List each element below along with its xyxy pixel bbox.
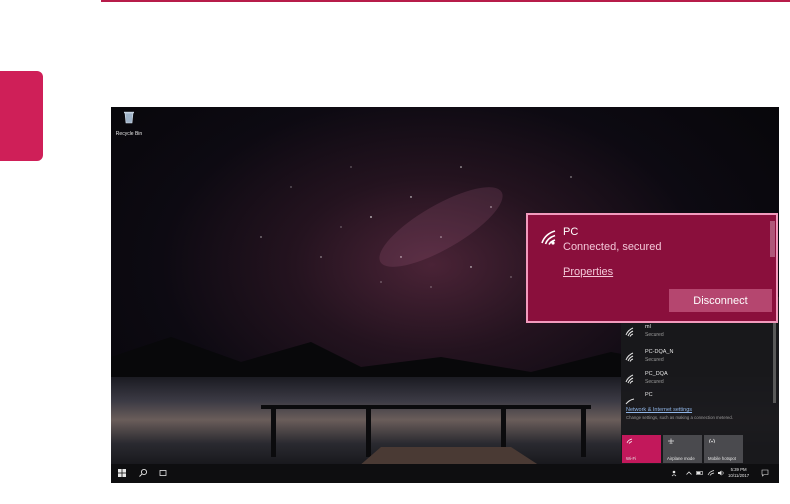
- connected-network-panel: PC Connected, secured Properties Disconn…: [526, 213, 778, 323]
- network-item[interactable]: PC-DQA_N Secured: [625, 348, 765, 370]
- wifi-icon: [625, 398, 635, 405]
- battery-icon[interactable]: [696, 469, 704, 477]
- hotspot-icon: [709, 438, 715, 444]
- windows-start-icon[interactable]: [117, 468, 127, 478]
- network-name: PC_DQA: [645, 371, 668, 377]
- network-status: Secured: [645, 332, 664, 338]
- network-settings-link[interactable]: Network & Internet settings: [626, 407, 692, 413]
- connected-network-name: PC: [563, 226, 579, 238]
- wifi-tile[interactable]: Wi-Fi: [622, 435, 661, 463]
- search-icon[interactable]: [138, 468, 148, 478]
- taskbar-clock[interactable]: 5:39 PM 10/11/2017: [728, 467, 749, 478]
- recycle-bin-label: Recycle Bin: [115, 131, 143, 137]
- tile-label: Mobile hotspot: [708, 456, 736, 461]
- recycle-bin-shortcut[interactable]: Recycle Bin: [115, 110, 143, 137]
- volume-icon[interactable]: [717, 469, 725, 477]
- tile-label: Airplane mode: [667, 456, 695, 461]
- wifi-tray-icon[interactable]: [707, 469, 715, 477]
- network-properties-link[interactable]: Properties: [563, 266, 613, 278]
- clock-date: 10/11/2017: [728, 472, 750, 478]
- quick-action-tiles: Wi-Fi Airplane mode Mobile hotspot: [621, 434, 779, 464]
- airplane-icon: [668, 438, 674, 444]
- network-item[interactable]: PC_DQA Secured: [625, 370, 765, 392]
- wifi-icon: [625, 352, 634, 362]
- mobile-hotspot-tile[interactable]: Mobile hotspot: [704, 435, 743, 463]
- panel-scrollbar[interactable]: [770, 221, 775, 257]
- chevron-up-icon[interactable]: [685, 469, 693, 477]
- wifi-icon: [625, 327, 634, 337]
- network-settings-description: Change settings, such as making a connec…: [626, 415, 734, 420]
- wifi-icon: [541, 230, 556, 245]
- disconnect-button[interactable]: Disconnect: [669, 289, 772, 312]
- clock-time: 5:39 PM: [730, 467, 747, 472]
- recycle-bin-icon: [124, 111, 134, 124]
- top-rule: [101, 0, 790, 2]
- tile-label: Wi-Fi: [626, 456, 637, 461]
- wifi-icon: [625, 374, 634, 384]
- network-item[interactable]: ml Secured: [625, 323, 765, 345]
- people-icon[interactable]: [671, 469, 679, 477]
- network-status: Secured: [645, 357, 664, 363]
- taskbar: 5:39 PM 10/11/2017: [111, 464, 779, 483]
- action-center-icon[interactable]: [761, 469, 769, 477]
- network-name: PC: [645, 392, 653, 398]
- wifi-icon: [626, 438, 633, 444]
- network-name: ml: [645, 324, 651, 330]
- airplane-mode-tile[interactable]: Airplane mode: [663, 435, 702, 463]
- connected-network-status: Connected, secured: [563, 241, 662, 253]
- side-tab-marker: [0, 71, 43, 161]
- network-status: Secured: [645, 379, 664, 385]
- task-view-icon[interactable]: [158, 468, 168, 478]
- network-name: PC-DQA_N: [645, 349, 674, 355]
